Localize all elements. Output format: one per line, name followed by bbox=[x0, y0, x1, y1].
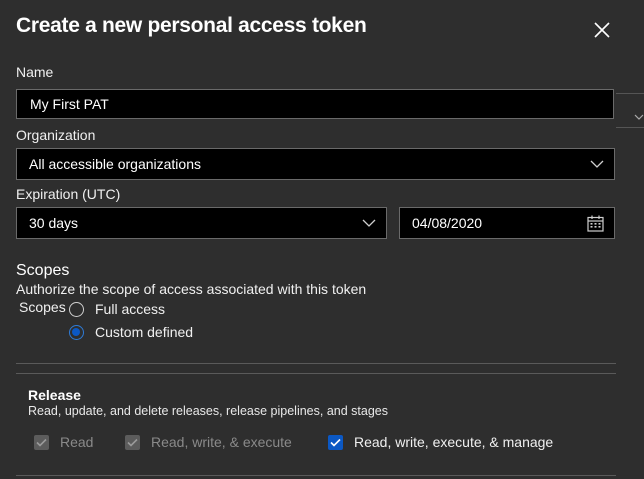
checkbox-checked[interactable] bbox=[328, 434, 343, 450]
organization-label: Organization bbox=[16, 127, 96, 143]
expiration-duration-select[interactable]: 30 days bbox=[16, 207, 387, 239]
checkbox-checked-disabled[interactable] bbox=[34, 434, 49, 450]
release-read-checkbox[interactable]: Read bbox=[34, 433, 93, 451]
expiration-duration-value: 30 days bbox=[29, 215, 79, 231]
release-read-write-execute-checkbox[interactable]: Read, write, & execute bbox=[125, 433, 292, 451]
radio-unchecked-icon[interactable] bbox=[69, 301, 84, 317]
release-manage-label: Read, write, execute, & manage bbox=[354, 434, 554, 450]
checkmark-icon bbox=[127, 438, 138, 447]
release-section-title: Release bbox=[28, 387, 81, 403]
release-manage-checkbox[interactable]: Read, write, execute, & manage bbox=[328, 433, 553, 451]
checkmark-icon bbox=[330, 438, 341, 447]
release-read-write-execute-label: Read, write, & execute bbox=[151, 434, 292, 450]
organization-value: All accessible organizations bbox=[29, 156, 201, 172]
expiration-date-value: 04/08/2020 bbox=[412, 215, 483, 231]
close-icon[interactable] bbox=[590, 18, 614, 42]
calendar-icon[interactable] bbox=[587, 215, 604, 232]
background-divider bbox=[616, 93, 644, 94]
full-access-radio[interactable]: Full access bbox=[69, 299, 165, 319]
name-label: Name bbox=[16, 64, 54, 80]
background-chevron-icon bbox=[634, 114, 644, 120]
scopes-heading: Scopes bbox=[16, 262, 70, 279]
organization-select[interactable]: All accessible organizations bbox=[16, 148, 615, 180]
expiration-label: Expiration (UTC) bbox=[16, 186, 121, 202]
custom-defined-label: Custom defined bbox=[95, 324, 194, 340]
background-divider bbox=[616, 127, 644, 128]
release-section-description: Read, update, and delete releases, relea… bbox=[28, 404, 388, 418]
divider bbox=[16, 475, 616, 476]
scopes-description: Authorize the scope of access associated… bbox=[16, 281, 367, 297]
release-read-label: Read bbox=[60, 434, 94, 450]
custom-defined-radio[interactable]: Custom defined bbox=[69, 322, 193, 342]
checkbox-checked-disabled[interactable] bbox=[125, 434, 140, 450]
dialog-title: Create a new personal access token bbox=[16, 14, 367, 37]
scopes-radio-group-label: Scopes bbox=[19, 299, 66, 315]
name-input[interactable] bbox=[16, 89, 614, 119]
expiration-date-picker[interactable]: 04/08/2020 bbox=[399, 207, 615, 239]
divider bbox=[16, 373, 616, 374]
chevron-down-icon bbox=[362, 219, 376, 227]
dialog-panel: Create a new personal access token Name … bbox=[0, 0, 644, 479]
radio-checked-icon[interactable] bbox=[69, 324, 84, 340]
full-access-label: Full access bbox=[95, 301, 166, 317]
divider bbox=[16, 363, 616, 364]
chevron-down-icon bbox=[590, 160, 604, 168]
checkmark-icon bbox=[36, 438, 47, 447]
